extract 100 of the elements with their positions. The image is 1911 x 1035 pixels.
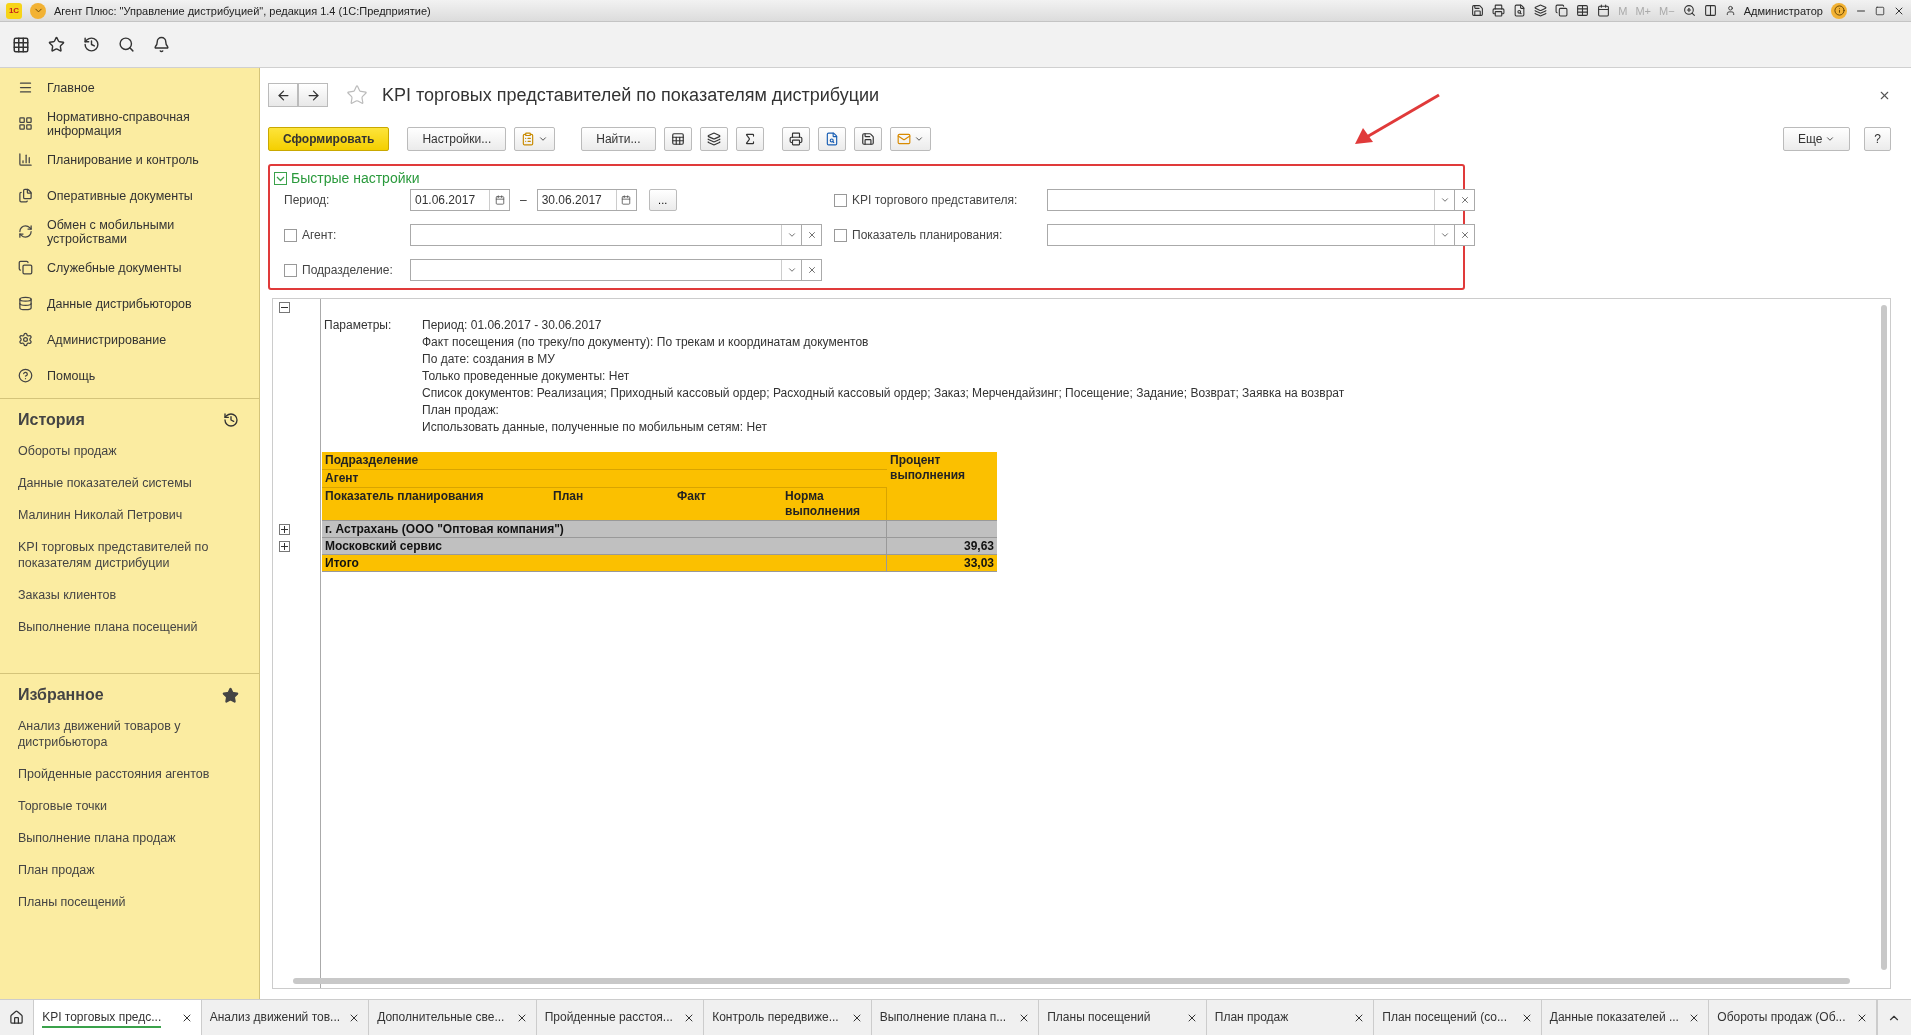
history-link[interactable]: Обороты продаж	[0, 435, 259, 467]
help-button[interactable]: ?	[1864, 127, 1891, 151]
history-icon[interactable]	[83, 36, 100, 53]
spreadsheet-icon[interactable]	[1576, 4, 1590, 17]
variants-button[interactable]	[514, 127, 556, 151]
collapse-icon[interactable]	[279, 302, 290, 313]
table-cell: г. Астрахань (ООО "Оптовая компания")	[322, 521, 887, 537]
save-icon	[860, 132, 875, 146]
clear-icon[interactable]	[802, 224, 822, 246]
calendar-icon[interactable]	[1597, 4, 1611, 17]
grid-icon	[670, 132, 685, 146]
arrow-right-icon	[305, 87, 321, 103]
section-title: История	[18, 411, 85, 429]
caret-icon	[538, 134, 549, 144]
find-button[interactable]: Найти...	[581, 127, 656, 151]
open-tab[interactable]: Пройденные расстоя...	[536, 1000, 705, 1035]
history-link[interactable]: Заказы клиентов	[0, 579, 259, 611]
open-tab[interactable]: Обороты продаж (Об...	[1709, 1000, 1877, 1035]
sidebar-item[interactable]: Нормативно-справочная информация	[0, 106, 259, 141]
date-field[interactable]: 01.06.2017	[410, 189, 510, 211]
open-tab[interactable]: Выполнение плана п...	[871, 1000, 1040, 1035]
forward-button[interactable]	[298, 83, 328, 107]
open-tab[interactable]: План посещений (со...	[1374, 1000, 1542, 1035]
restore-icon[interactable]	[1875, 5, 1885, 16]
panel-title[interactable]: Быстрые настройки	[291, 170, 420, 186]
apps-icon[interactable]	[12, 35, 30, 54]
app-logo[interactable]: 1С	[6, 2, 22, 19]
choose-period-button[interactable]: ...	[648, 189, 677, 211]
clear-icon[interactable]	[1455, 224, 1475, 246]
checkbox[interactable]	[834, 228, 847, 242]
sum-button[interactable]	[735, 127, 764, 151]
collapse-groups-button[interactable]	[699, 127, 728, 151]
sidebar-item[interactable]: Администрирование	[0, 322, 259, 357]
bell-icon[interactable]	[153, 36, 170, 53]
open-tab[interactable]: KPI торговых предс...	[34, 1000, 202, 1035]
history-link[interactable]: Данные показателей системы	[0, 467, 259, 499]
sidebar-item[interactable]: Данные дистрибьюторов	[0, 286, 259, 321]
copy-icon[interactable]	[1555, 4, 1569, 17]
star-icon[interactable]	[48, 36, 65, 53]
horizontal-scrollbar[interactable]	[293, 978, 1850, 984]
star-icon[interactable]	[222, 686, 239, 704]
favorite-link[interactable]: Выполнение плана продаж	[0, 822, 259, 854]
zoom-icon[interactable]	[1682, 4, 1696, 17]
date-field[interactable]: 30.06.2017	[536, 189, 637, 211]
history-link[interactable]: KPI торговых представителей по показателям дистрибуции	[0, 531, 259, 579]
history-icon[interactable]	[223, 412, 239, 428]
sidebar-item[interactable]: Служебные документы	[0, 250, 259, 285]
expand-icon[interactable]	[279, 524, 290, 535]
favorite-link[interactable]: План продаж	[0, 854, 259, 886]
history-link[interactable]: Выполнение плана посещений	[0, 611, 259, 643]
layers-icon[interactable]	[1534, 4, 1548, 17]
print-button[interactable]	[781, 127, 810, 151]
open-tab[interactable]: Контроль передвиже...	[704, 1000, 872, 1035]
sidebar-item[interactable]: Планирование и контроль	[0, 142, 259, 177]
info-icon[interactable]	[1831, 2, 1847, 19]
generate-button[interactable]: Сформировать	[268, 127, 390, 151]
menu-dropdown-icon[interactable]	[30, 2, 46, 19]
user-name[interactable]: Администратор	[1743, 4, 1823, 17]
select-field[interactable]	[410, 259, 802, 281]
select-field[interactable]	[410, 224, 802, 246]
favorite-link[interactable]: Планы посещений	[0, 886, 259, 918]
favorite-link[interactable]: Пройденные расстояния агентов	[0, 758, 259, 790]
panels-icon[interactable]	[1703, 4, 1717, 17]
save-icon[interactable]	[1471, 4, 1485, 17]
checkbox[interactable]	[834, 193, 847, 207]
star-icon[interactable]	[346, 84, 368, 106]
caret-icon	[913, 134, 924, 144]
clear-icon[interactable]	[1455, 189, 1475, 211]
help-icon	[18, 368, 33, 383]
checkbox[interactable]	[284, 228, 297, 242]
open-tab[interactable]: Данные показателей ...	[1541, 1000, 1710, 1035]
open-tab[interactable]: План продаж	[1206, 1000, 1375, 1035]
select-field[interactable]	[1047, 224, 1455, 246]
open-tab[interactable]: Анализ движений тов...	[201, 1000, 370, 1035]
sidebar-item[interactable]: Помощь	[0, 358, 259, 393]
sidebar-item[interactable]: Обмен с мобильными устройствами	[0, 214, 259, 249]
favorite-link[interactable]: Анализ движений товаров у дистрибьютора	[0, 710, 259, 758]
settings-button[interactable]: Настройки...	[407, 127, 507, 151]
expander-icon[interactable]	[274, 171, 287, 185]
sidebar-item[interactable]: Оперативные документы	[0, 178, 259, 213]
more-button[interactable]: Еще	[1782, 127, 1851, 151]
save-button[interactable]	[853, 127, 882, 151]
search-icon[interactable]	[118, 36, 135, 53]
preview-button[interactable]	[817, 127, 846, 151]
history-link[interactable]: Малинин Николай Петрович	[0, 499, 259, 531]
parameter-line: Факт посещения (по треку/по документу): По трекам и координатам документов	[422, 334, 870, 351]
sidebar-item[interactable]: Главное	[0, 70, 259, 105]
preview-icon[interactable]	[1513, 4, 1527, 17]
select-field[interactable]	[1047, 189, 1455, 211]
mail-button[interactable]	[889, 127, 931, 151]
open-tab[interactable]: Планы посещений	[1039, 1000, 1207, 1035]
clear-icon[interactable]	[802, 259, 822, 281]
print-icon[interactable]	[1492, 4, 1506, 17]
vertical-scrollbar[interactable]	[1881, 305, 1887, 970]
expand-groups-button[interactable]	[663, 127, 692, 151]
checkbox[interactable]	[284, 263, 297, 277]
favorite-link[interactable]: Торговые точки	[0, 790, 259, 822]
open-tab[interactable]: Дополнительные све...	[369, 1000, 537, 1035]
back-button[interactable]	[268, 83, 298, 107]
expand-icon[interactable]	[279, 541, 290, 552]
